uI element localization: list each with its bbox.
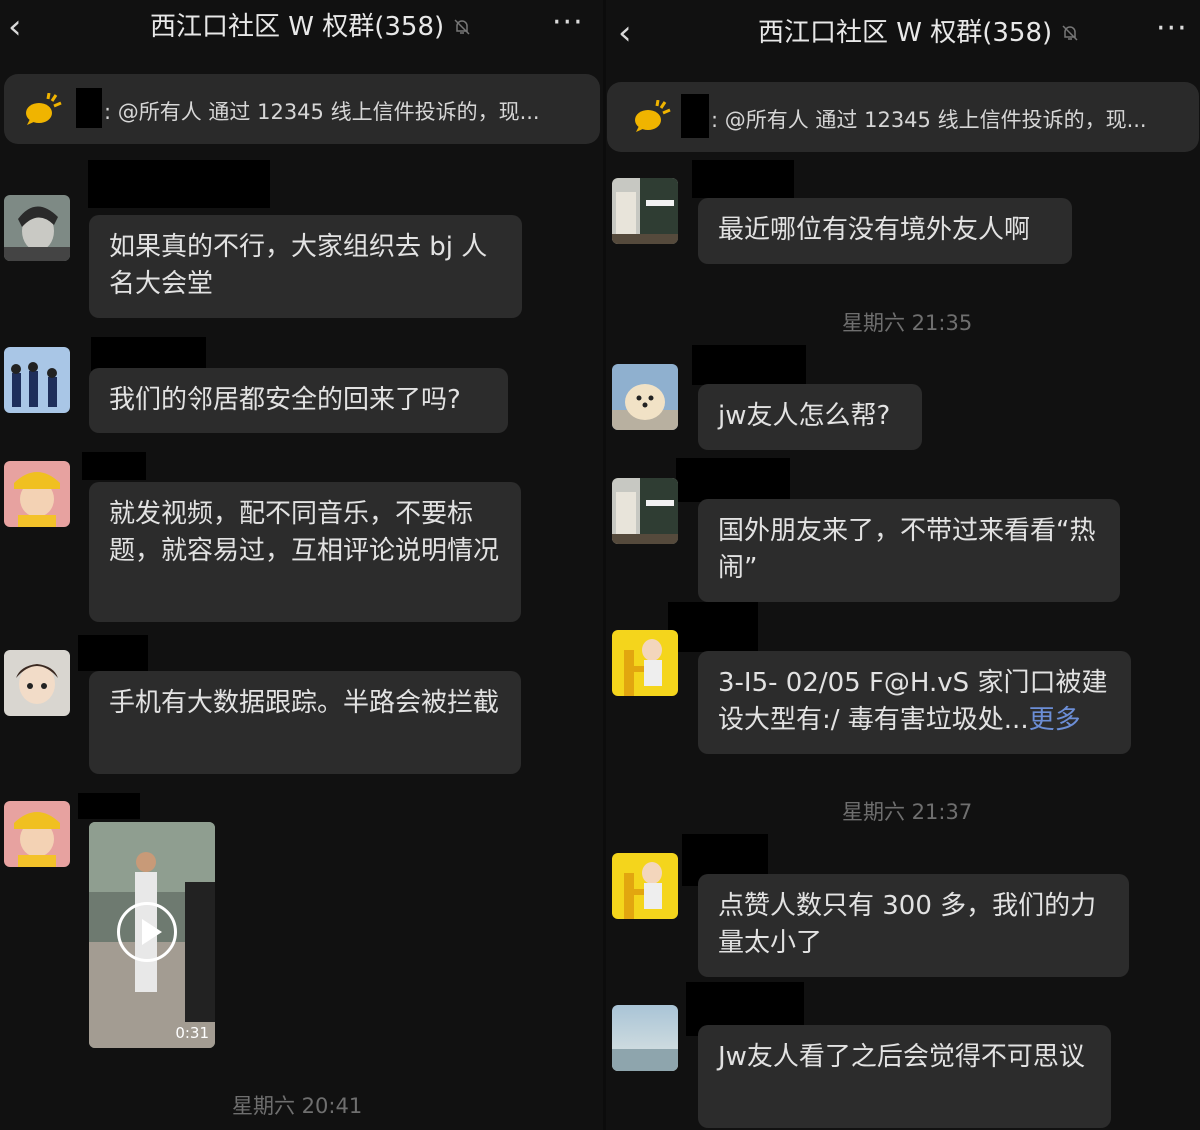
group-notice-bar[interactable]: : @所有人 通过 12345 线上信件投诉的，现... xyxy=(4,74,600,144)
redacted-name xyxy=(692,160,794,198)
redacted-name xyxy=(692,345,806,385)
avatar[interactable] xyxy=(4,347,70,413)
bell-off-icon xyxy=(1062,25,1078,41)
avatar[interactable] xyxy=(4,195,70,261)
avatar[interactable] xyxy=(612,364,678,430)
video-message[interactable]: 0:31 xyxy=(89,822,215,1048)
notice-text: : @所有人 通过 12345 线上信件投诉的，现... xyxy=(104,100,540,124)
chevron-left-icon[interactable]: ‹ xyxy=(618,16,632,50)
more-options-button[interactable]: ··· xyxy=(552,6,584,40)
redacted-name xyxy=(676,458,790,502)
avatar[interactable] xyxy=(612,853,678,919)
message-bubble[interactable]: 我们的邻居都安全的回来了吗? xyxy=(89,368,508,433)
message-bubble[interactable]: 点赞人数只有 300 多，我们的力量太小了 xyxy=(698,874,1129,977)
redacted-name xyxy=(78,635,148,671)
chevron-left-icon[interactable]: ‹ xyxy=(8,10,22,44)
redacted-name xyxy=(668,602,758,652)
avatar[interactable] xyxy=(4,461,70,527)
more-link[interactable]: 更多 xyxy=(1029,705,1081,735)
message-bubble[interactable]: 最近哪位有没有境外友人啊 xyxy=(698,198,1072,264)
message-bubble[interactable]: Jw友人看了之后会觉得不可思议 xyxy=(698,1025,1111,1128)
message-bubble[interactable]: 就发视频，配不同音乐，不要标题，就容易过，互相评论说明情况 xyxy=(89,482,521,622)
message-bubble[interactable]: jw友人怎么帮? xyxy=(698,384,922,450)
redacted-sender xyxy=(76,88,102,128)
chat-title: 西江口社区 W 权群(358) xyxy=(758,16,1080,50)
redacted-name xyxy=(78,793,140,819)
avatar[interactable] xyxy=(612,478,678,544)
timestamp: 星期六 21:37 xyxy=(842,800,973,824)
video-duration: 0:31 xyxy=(175,1024,209,1042)
right-chat-pane: ‹ 西江口社区 W 权群(358) ··· : @所有人 通过 12345 线上… xyxy=(606,0,1200,1130)
timestamp: 星期六 21:35 xyxy=(842,311,973,335)
message-bubble[interactable]: 手机有大数据跟踪。半路会被拦截 xyxy=(89,671,521,774)
speaker-icon xyxy=(26,93,62,125)
avatar[interactable] xyxy=(612,178,678,244)
avatar[interactable] xyxy=(4,650,70,716)
avatar[interactable] xyxy=(612,630,678,696)
timestamp: 星期六 20:41 xyxy=(232,1094,363,1118)
group-notice-bar[interactable]: : @所有人 通过 12345 线上信件投诉的，现... xyxy=(607,82,1199,152)
redacted-name xyxy=(82,452,146,480)
redacted-name xyxy=(91,337,206,371)
message-bubble[interactable]: 国外朋友来了，不带过来看看“热闹” xyxy=(698,499,1120,602)
bell-off-icon xyxy=(454,19,470,35)
redacted-sender xyxy=(681,94,709,138)
message-bubble[interactable]: 如果真的不行，大家组织去 bj 人名大会堂 xyxy=(89,215,522,318)
redacted-name xyxy=(88,160,270,208)
speaker-icon xyxy=(635,100,671,132)
more-options-button[interactable]: ··· xyxy=(1156,12,1188,46)
chat-header: ‹ 西江口社区 W 权群(358) ··· xyxy=(0,0,603,60)
message-bubble[interactable]: 3-I5- 02/05 F@H.vS 家门口被建设大型有:/ 毒有害垃圾处...… xyxy=(698,651,1131,754)
left-chat-pane: ‹ 西江口社区 W 权群(358) ··· : @所有人 通过 12345 线上… xyxy=(0,0,603,1130)
chat-header: ‹ 西江口社区 W 权群(358) ··· xyxy=(606,0,1200,60)
notice-text: : @所有人 通过 12345 线上信件投诉的，现... xyxy=(711,108,1147,132)
chat-title: 西江口社区 W 权群(358) xyxy=(150,10,472,44)
avatar[interactable] xyxy=(4,801,70,867)
play-icon[interactable] xyxy=(117,902,177,962)
avatar[interactable] xyxy=(612,1005,678,1071)
